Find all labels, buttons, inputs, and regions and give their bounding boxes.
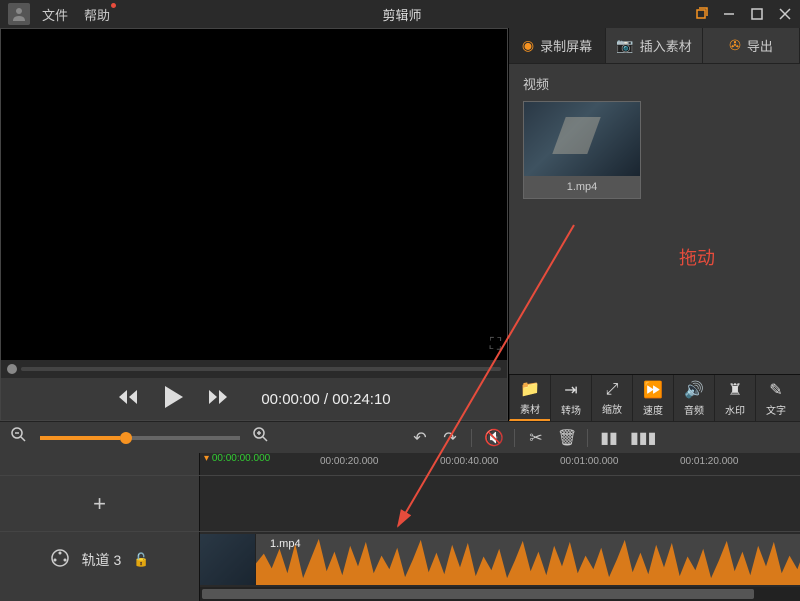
timeline-clip[interactable]: 1.mp4 xyxy=(200,534,800,585)
media-item-name: 1.mp4 xyxy=(524,176,640,198)
export-tab[interactable]: ✇导出 xyxy=(703,28,800,63)
export-icon: ✇ xyxy=(729,37,741,54)
ruler-tick: 00:01:20.000 xyxy=(680,456,738,467)
minimize-button[interactable] xyxy=(722,7,736,21)
tool-audio[interactable]: 🔊音频 xyxy=(673,375,714,421)
record-screen-tab[interactable]: ◉录制屏幕 xyxy=(509,28,606,63)
speaker-icon: 🔊 xyxy=(684,380,704,400)
timeline-toolbar: ↶ ↷ 🔇 ✂ 🗑 ▮▮ ▮▮▮ xyxy=(0,421,800,453)
tool-scale[interactable]: ⤢缩放 xyxy=(591,375,632,421)
delete-button[interactable]: 🗑 xyxy=(557,428,575,448)
track-header[interactable]: 轨道 3 🔓 xyxy=(0,532,200,587)
track-name: 轨道 3 xyxy=(82,550,122,570)
speed-icon: ⏩ xyxy=(643,380,663,400)
media-item[interactable]: 1.mp4 xyxy=(523,101,641,199)
zoom-slider[interactable] xyxy=(40,436,240,440)
ruler-tick: 00:00:20.000 xyxy=(320,456,378,467)
titlebar: 文件 帮助 剪辑师 xyxy=(0,0,800,28)
playhead-marker[interactable]: ▾ 00:00:00.000 xyxy=(204,453,270,464)
media-thumbnail xyxy=(524,102,640,176)
maximize-button[interactable] xyxy=(750,7,764,21)
folder-icon: 📁 xyxy=(520,379,540,399)
forward-button[interactable] xyxy=(207,388,229,411)
menu-help[interactable]: 帮助 xyxy=(84,5,110,24)
timecode-display: 00:00:00 / 00:24:10 xyxy=(261,391,390,408)
reel-icon xyxy=(50,548,70,571)
tool-text[interactable]: ✎文字 xyxy=(755,375,796,421)
ruler-tick: 00:00:40.000 xyxy=(440,456,498,467)
clip-waveform xyxy=(256,534,800,585)
timeline-scrollbar[interactable] xyxy=(0,587,800,601)
scale-icon: ⤢ xyxy=(606,381,619,399)
close-button[interactable] xyxy=(778,7,792,21)
app-title: 剪辑师 xyxy=(110,5,694,24)
tool-transition[interactable]: ⇥转场 xyxy=(550,375,591,421)
zoom-in-button[interactable] xyxy=(252,427,270,448)
camera-icon: ◉ xyxy=(522,37,534,54)
play-button[interactable] xyxy=(161,384,185,415)
menu-file[interactable]: 文件 xyxy=(42,5,68,24)
drag-hint-label: 拖动 xyxy=(679,244,715,270)
tool-speed[interactable]: ⏩速度 xyxy=(632,375,673,421)
preview-viewport[interactable]: ⛶ xyxy=(1,29,507,360)
right-panel: ◉录制屏幕 📷插入素材 ✇导出 视频 1.mp4 拖动 📁素材 ⇥转场 ⤢缩放 … xyxy=(508,28,800,421)
clip-name: 1.mp4 xyxy=(270,538,301,550)
preview-panel: ⛶ 00:00:00 / 00:24:10 xyxy=(0,28,508,421)
video-track-row: 轨道 3 🔓 1.mp4 xyxy=(0,531,800,587)
insert-media-tab[interactable]: 📷插入素材 xyxy=(606,28,703,63)
tool-material[interactable]: 📁素材 xyxy=(509,375,550,421)
timeline-ruler[interactable]: ▾ 00:00:00.000 00:00:20.000 00:00:40.000… xyxy=(0,453,800,475)
redo-button[interactable]: ↷ xyxy=(441,428,459,448)
detach-icon[interactable] xyxy=(694,7,708,21)
pencil-icon: ✎ xyxy=(769,380,782,400)
mute-button[interactable]: 🔇 xyxy=(484,428,502,448)
resize-icon[interactable]: ⛶ xyxy=(490,336,501,354)
main-menu: 文件 帮助 xyxy=(42,5,110,24)
rewind-button[interactable] xyxy=(117,388,139,411)
track-body[interactable]: 1.mp4 xyxy=(200,532,800,587)
user-avatar[interactable] xyxy=(8,3,30,25)
levels1-button[interactable]: ▮▮ xyxy=(600,428,618,448)
lock-icon[interactable]: 🔓 xyxy=(133,552,149,568)
zoom-out-button[interactable] xyxy=(10,427,28,448)
cut-button[interactable]: ✂ xyxy=(527,428,545,448)
tool-dock: 📁素材 ⇥转场 ⤢缩放 ⏩速度 🔊音频 ♜水印 ✎文字 xyxy=(509,374,800,421)
add-track-row: + xyxy=(0,475,800,531)
tool-watermark[interactable]: ♜水印 xyxy=(714,375,755,421)
media-section-label: 视频 xyxy=(523,74,786,93)
stamp-icon: ♜ xyxy=(728,380,742,400)
add-track-button[interactable]: + xyxy=(93,491,106,517)
scrubber-bar[interactable] xyxy=(1,360,507,378)
folder-camera-icon: 📷 xyxy=(616,37,633,54)
media-bin: 视频 1.mp4 拖动 xyxy=(509,64,800,374)
clip-thumbnail xyxy=(200,534,256,585)
levels2-button[interactable]: ▮▮▮ xyxy=(630,428,648,448)
undo-button[interactable]: ↶ xyxy=(411,428,429,448)
ruler-tick: 00:01:00.000 xyxy=(560,456,618,467)
transition-icon: ⇥ xyxy=(564,380,577,400)
playback-controls: 00:00:00 / 00:24:10 xyxy=(1,378,507,420)
